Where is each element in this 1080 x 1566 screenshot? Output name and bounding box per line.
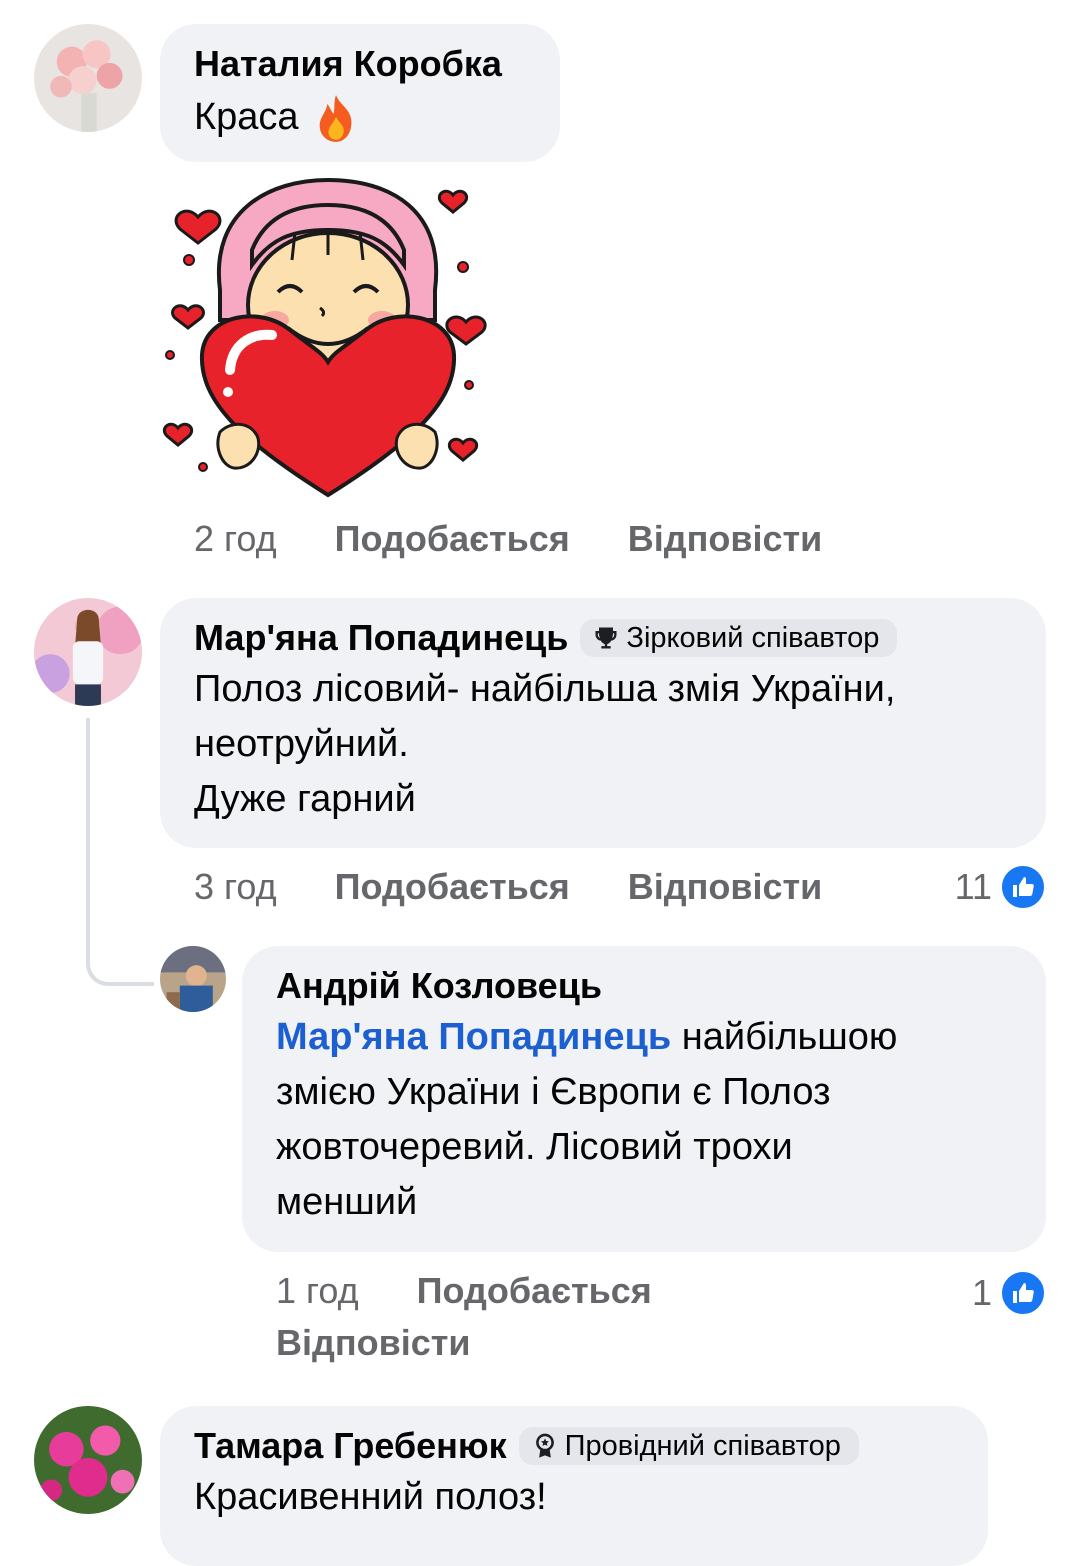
avatar[interactable] xyxy=(34,1406,142,1514)
comment-actions-row: 1 год Подобається xyxy=(276,1270,652,1312)
comment-text: Краса xyxy=(194,90,526,145)
like-icon xyxy=(1000,1270,1046,1316)
like-button[interactable]: Подобається xyxy=(335,518,570,560)
reply-button[interactable]: Відповісти xyxy=(628,866,823,908)
comment-author[interactable]: Мар'яна Попадинець xyxy=(194,616,568,660)
comment-header: Тамара Гребенюк Провідний співавтор xyxy=(194,1424,954,1468)
badge-label: Зірковий співавтор xyxy=(626,622,880,654)
like-button[interactable]: Подобається xyxy=(417,1270,652,1312)
reaction-count: 11 xyxy=(954,866,992,907)
comment-actions: 2 год Подобається Відповісти xyxy=(194,518,822,560)
mention-link[interactable]: Мар'яна Попадинець xyxy=(276,1016,671,1058)
comment-text: Красивенний полоз! xyxy=(194,1476,547,1518)
comment-time[interactable]: 2 год xyxy=(194,518,277,560)
comment-time[interactable]: 1 год xyxy=(276,1270,359,1312)
comment-actions: 1 год Подобається Відповісти xyxy=(276,1270,652,1364)
reaction-summary[interactable]: 1 xyxy=(972,1270,1046,1316)
comment-text-line: змією України і Європи є Полоз xyxy=(276,1071,831,1113)
reaction-count: 1 xyxy=(971,1272,992,1313)
comment-bubble: Мар'яна Попадинець Зірковий співавтор По… xyxy=(160,598,1046,848)
like-button[interactable]: Подобається xyxy=(335,866,570,908)
comment-text-line: жовточеревий. Лісовий трохи xyxy=(276,1126,793,1168)
comment-bubble: Наталия Коробка Краса xyxy=(160,24,560,162)
reply-button[interactable]: Відповісти xyxy=(628,518,823,560)
thread-line xyxy=(86,718,154,986)
medal-icon xyxy=(535,1433,554,1458)
comment-author[interactable]: Наталия Коробка xyxy=(194,42,526,86)
comment-text-line: Полоз лісовий- найбільша змія України, xyxy=(194,668,896,710)
comment-header: Мар'яна Попадинець Зірковий співавтор xyxy=(194,616,1012,660)
comment-text-line: неотруйний. xyxy=(194,723,409,765)
comment-author[interactable]: Андрій Козловець xyxy=(276,964,1012,1008)
comment-time[interactable]: 3 год xyxy=(194,866,277,908)
comment-author[interactable]: Тамара Гребенюк xyxy=(194,1424,507,1468)
comment-text-content: найбільшою xyxy=(681,1016,898,1058)
comment-text-content: Краса xyxy=(194,96,299,138)
comment-text-line: Мар'яна Попадинець найбільшою xyxy=(276,1010,1012,1065)
avatar[interactable] xyxy=(160,946,226,1012)
reply-bubble: Андрій Козловець Мар'яна Попадинець найб… xyxy=(242,946,1046,1252)
reaction-summary[interactable]: 11 xyxy=(955,864,1046,910)
heart-girl-sticker xyxy=(160,170,495,505)
like-icon xyxy=(1000,864,1046,910)
contributor-badge[interactable]: Провідний співавтор xyxy=(518,1427,859,1465)
fire-emoji xyxy=(313,93,359,143)
comment-text: Мар'яна Попадинець найбільшою змією Укра… xyxy=(276,1010,1012,1230)
comment-actions: 3 год Подобається Відповісти xyxy=(194,866,822,908)
comment-bubble: Тамара Гребенюк Провідний співавтор Крас… xyxy=(160,1406,988,1566)
trophy-icon xyxy=(595,627,617,649)
reply-button[interactable]: Відповісти xyxy=(276,1322,471,1364)
avatar[interactable] xyxy=(34,24,142,132)
comment-text-line: менший xyxy=(276,1181,418,1223)
comment-text: Полоз лісовий- найбільша змія України, н… xyxy=(194,662,1012,827)
badge-label: Провідний співавтор xyxy=(564,1430,841,1462)
avatar[interactable] xyxy=(34,598,142,706)
comment-text-line: Дуже гарний xyxy=(194,778,416,820)
contributor-badge[interactable]: Зірковий співавтор xyxy=(580,619,898,657)
